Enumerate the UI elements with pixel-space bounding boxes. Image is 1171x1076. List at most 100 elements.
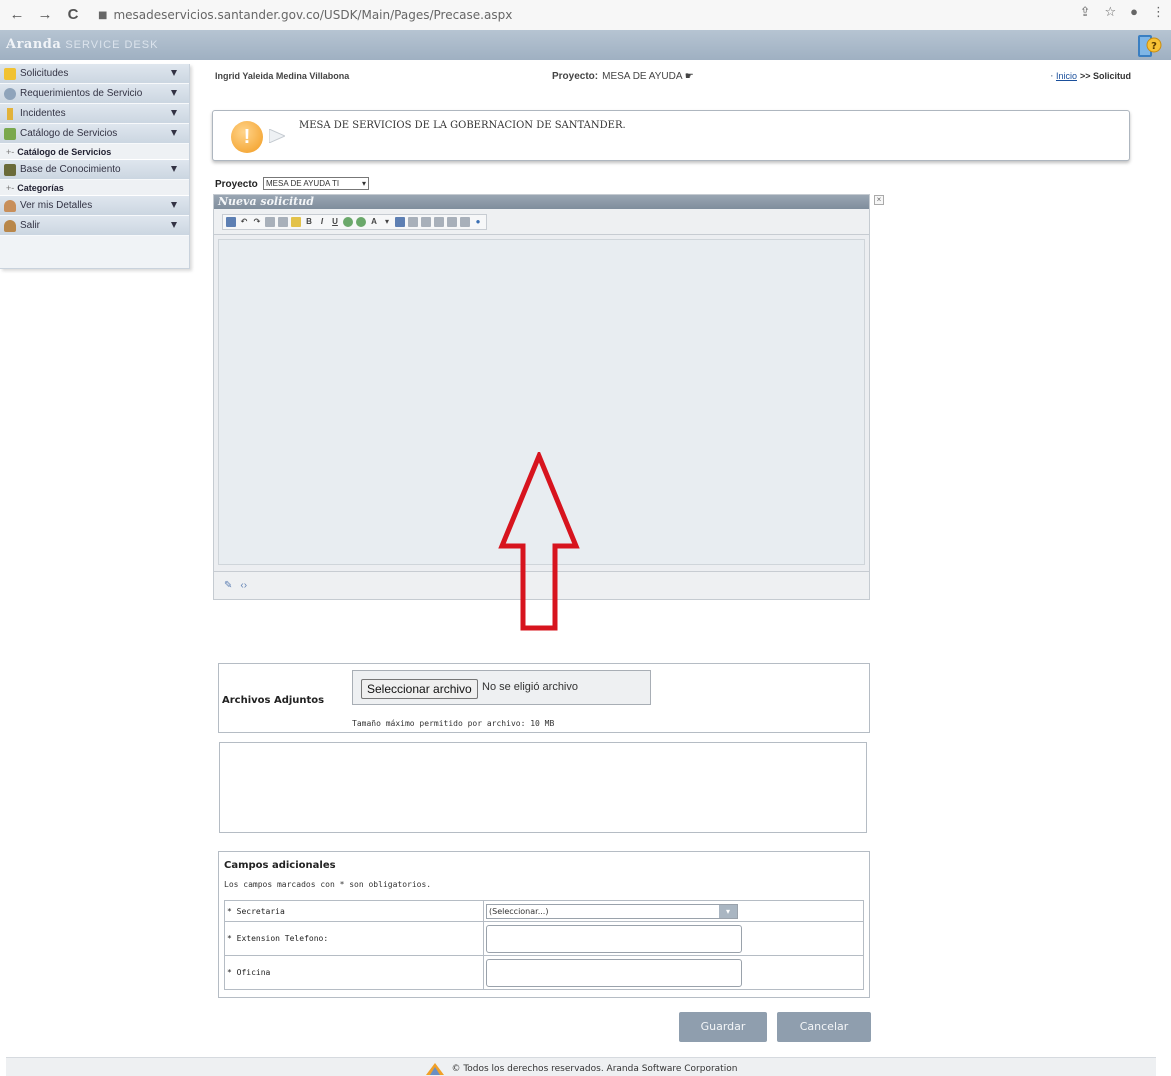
back-icon[interactable]: ← [6,4,28,26]
cancel-button[interactable]: Cancelar [777,1012,871,1042]
project-select-label: Proyecto [215,179,258,190]
design-mode-icon[interactable]: ✎ [224,580,232,591]
secretaria-select[interactable]: (Seleccionar...) ▾ [486,903,738,919]
sidebar-subitem-catalogo[interactable]: +- Catálogo de Servicios [0,144,189,160]
expand-arrow-icon[interactable] [171,110,177,116]
copyright-text: © Todos los derechos reservados. Aranda … [451,1064,738,1074]
project-label: Proyecto: [552,71,599,82]
star-icon[interactable]: ☆ [1104,4,1116,20]
footer: © Todos los derechos reservados. Aranda … [6,1057,1156,1076]
forward-icon[interactable]: → [34,4,56,26]
announcement-box: ! MESA DE SERVICIOS DE LA GOBERNACION DE… [212,110,1130,161]
chevron-down-icon: ▾ [719,904,737,918]
field-row-extension: * Extension Telefono: [224,921,864,956]
current-project[interactable]: Proyecto: MESA DE AYUDA ☛ [552,71,694,82]
editor-title: Nueva solicitud [214,195,869,209]
copy-icon[interactable] [278,216,288,227]
italic-icon[interactable]: I [317,217,327,227]
expand-arrow-icon[interactable] [171,90,177,96]
file-status: No se eligió archivo [482,681,578,693]
close-icon[interactable]: × [874,195,884,205]
sidebar-item-solicitudes[interactable]: Solicitudes [0,64,189,84]
breadcrumb-bullet-icon: · [1050,71,1054,81]
unordered-list-icon[interactable] [460,216,470,227]
expand-arrow-icon[interactable] [171,222,177,228]
reload-icon[interactable]: C [62,4,84,26]
incident-icon [7,107,13,120]
sidebar-item-catalogo[interactable]: Catálogo de Servicios [0,124,189,144]
sidebar-item-requerimientos[interactable]: Requerimientos de Servicio [0,84,189,104]
url-text: mesadeservicios.santander.gov.co/USDK/Ma… [113,8,513,22]
sidebar-subitem-label: Categorías [17,182,64,193]
field-label: * Extension Telefono: [224,921,484,956]
additional-fields-section: Campos adicionales Los campos marcados c… [218,851,870,998]
profile-icon[interactable]: ● [1130,4,1138,20]
breadcrumb: · Inicio >> Solicitud [1050,71,1131,81]
share-icon[interactable]: ⇪ [1080,4,1091,20]
undo-icon[interactable]: ↶ [239,217,249,227]
editor-toolbar: ↶ ↷ B I U A ▾ ● [214,209,869,235]
svg-text:?: ? [1151,41,1157,52]
justify-icon[interactable] [434,216,444,227]
project-select[interactable]: MESA DE AYUDA TI ▾ [263,177,369,190]
address-bar[interactable]: ■ mesadeservicios.santander.gov.co/USDK/… [98,8,512,22]
align-left-icon[interactable] [395,216,405,227]
additional-fields-table: * Secretaria (Seleccionar...) ▾ * Extens… [224,900,864,990]
save-button[interactable]: Guardar [679,1012,767,1042]
file-picker: Seleccionar archivo No se eligió archivo [352,670,651,705]
image-icon[interactable]: ● [473,217,483,227]
font-color-icon[interactable]: A [369,217,379,227]
attachments-label: Archivos Adjuntos [222,695,325,706]
sidebar-item-detalles[interactable]: Ver mis Detalles [0,196,189,216]
brand-logo: Aranda SERVICE DESK [6,37,158,52]
redo-icon[interactable]: ↷ [252,217,262,227]
expand-arrow-icon[interactable] [171,130,177,136]
breadcrumb-current: >> Solicitud [1079,71,1131,81]
underline-icon[interactable]: U [330,217,340,227]
align-right-icon[interactable] [421,216,431,227]
field-row-oficina: * Oficina [224,955,864,990]
speech-pointer-icon [269,129,285,143]
field-label: * Oficina [224,955,484,990]
bold-icon[interactable]: B [304,217,314,227]
align-center-icon[interactable] [408,216,418,227]
sidebar-item-salir[interactable]: Salir [0,216,189,236]
chevron-down-icon[interactable]: ▾ [382,217,392,227]
field-cell: (Seleccionar...) ▾ [483,900,864,922]
cut-icon[interactable] [265,216,275,227]
app-header: Aranda SERVICE DESK ? [0,30,1171,60]
field-cell [483,955,864,990]
sidebar-subitem-categorias[interactable]: +- Categorías [0,180,189,196]
paste-icon[interactable] [291,216,301,227]
expand-arrow-icon[interactable] [171,70,177,76]
expand-arrow-icon[interactable] [171,166,177,172]
ordered-list-icon[interactable] [447,216,457,227]
save-icon[interactable] [226,216,236,227]
html-mode-icon[interactable]: ‹› [240,580,247,591]
user-name: Ingrid Yaleida Medina Villabona [215,71,350,81]
link-icon[interactable] [343,216,353,227]
catalog-icon [4,127,16,140]
additional-fields-title: Campos adicionales [224,860,336,871]
sidebar-item-label: Salir [20,220,41,231]
sidebar-item-label: Solicitudes [20,68,69,79]
browser-toolbar: ← → C ■ mesadeservicios.santander.gov.co… [0,0,1171,30]
help-book-icon[interactable]: ? [1135,32,1163,60]
select-file-button[interactable]: Seleccionar archivo [361,679,478,699]
extension-telefono-input[interactable] [486,924,742,953]
request-icon [4,67,16,80]
breadcrumb-home-link[interactable]: Inicio [1056,71,1077,81]
menu-icon[interactable]: ⋮ [1152,4,1165,20]
sidebar-item-incidentes[interactable]: Incidentes [0,104,189,124]
aranda-logo-icon [425,1062,444,1075]
field-label: * Secretaria [224,900,484,922]
field-row-secretaria: * Secretaria (Seleccionar...) ▾ [224,900,864,922]
sidebar-item-conocimiento[interactable]: Base de Conocimiento [0,160,189,180]
sidebar-subitem-label: Catálogo de Servicios [17,146,112,157]
expand-arrow-icon[interactable] [171,202,177,208]
sidebar: Solicitudes Requerimientos de Servicio I… [0,64,190,269]
project-value: MESA DE AYUDA [602,71,682,82]
warning-icon: ! [231,121,263,153]
oficina-input[interactable] [486,958,742,987]
unlink-icon[interactable] [356,216,366,227]
